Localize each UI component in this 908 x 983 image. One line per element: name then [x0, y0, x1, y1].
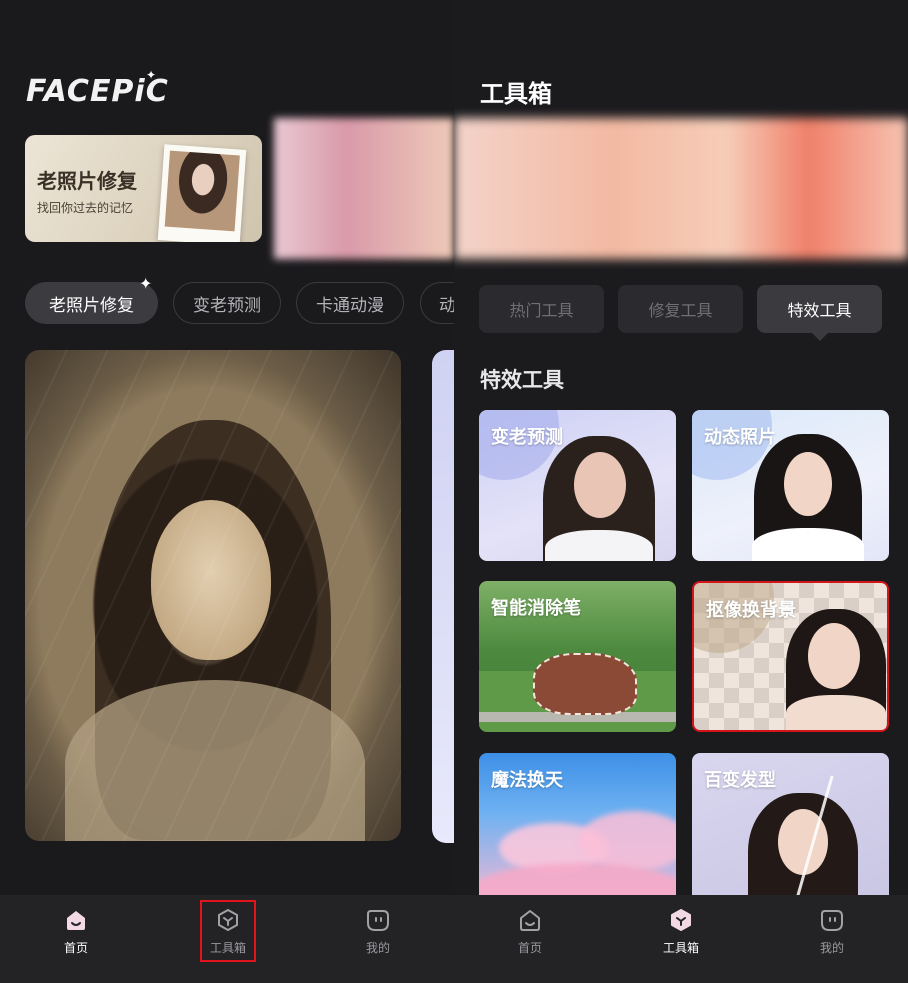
home-icon — [67, 911, 85, 930]
tab-effect-tools[interactable]: 特效工具 — [757, 285, 882, 333]
home-icon — [520, 910, 540, 931]
tab-hot-tools[interactable]: 热门工具 — [479, 285, 604, 333]
banner-subtitle: 找回你过去的记忆 — [37, 201, 134, 215]
toolbox-icon — [671, 909, 691, 931]
nav-toolbox-label: 工具箱 — [662, 941, 699, 955]
bottom-nav: 首页 工具箱 我的 — [454, 895, 908, 983]
profile-icon — [821, 910, 843, 931]
tool-name: 智能消除笔 — [491, 598, 581, 619]
sparkle-icon: ✦ — [139, 274, 153, 293]
tool-name: 百变发型 — [704, 770, 776, 791]
nav-toolbox[interactable]: 工具箱 — [631, 895, 731, 983]
tool-card-magic-sky[interactable]: 魔法换天 — [479, 753, 676, 904]
page-title: 工具箱 — [480, 80, 552, 108]
nav-profile-label: 我的 — [819, 941, 844, 955]
next-card-peek[interactable] — [432, 350, 454, 843]
nav-home[interactable]: 首页 — [480, 895, 580, 983]
dynamic-face — [784, 452, 832, 516]
chip-cartoon[interactable]: 卡通动漫 — [296, 282, 404, 324]
erase-selection — [533, 653, 637, 715]
old-photo-banner[interactable]: 老照片修复 找回你过去的记忆 — [25, 135, 262, 242]
chip-dynamic[interactable]: 动 — [420, 282, 454, 324]
chip-aging[interactable]: 变老预测 — [173, 282, 281, 324]
home-screen: FACEPiC ✦ 老照片修复 找回你过去的记忆 老照片修复 ✦ 变老预测 卡通… — [0, 0, 454, 983]
nav-profile-label: 我的 — [365, 941, 390, 955]
tool-card-aging[interactable]: 变老预测 — [479, 410, 676, 561]
tool-name: 变老预测 — [491, 427, 563, 448]
highlight-box — [200, 900, 256, 962]
nav-home-label: 首页 — [517, 941, 542, 955]
tool-card-smart-eraser[interactable]: 智能消除笔 — [479, 581, 676, 732]
tool-card-dynamic-photo[interactable]: 动态照片 — [692, 410, 889, 561]
nav-home-label: 首页 — [63, 941, 88, 955]
section-title: 特效工具 — [480, 368, 564, 392]
banner-title: 老照片修复 — [37, 169, 137, 193]
nav-profile[interactable]: 我的 — [328, 895, 428, 983]
bottom-nav: 首页 工具箱 我的 — [0, 895, 454, 983]
profile-icon — [367, 910, 389, 931]
nav-home[interactable]: 首页 — [26, 895, 126, 983]
blurred-banner-preview[interactable] — [274, 118, 454, 259]
aging-face — [574, 452, 626, 518]
tab-repair-tools[interactable]: 修复工具 — [618, 285, 743, 333]
tool-card-cutout-background[interactable]: 抠像换背景 — [692, 581, 889, 732]
tool-name: 抠像换背景 — [706, 600, 796, 621]
active-tab-caret — [810, 331, 830, 341]
banner-photo — [157, 144, 247, 242]
hero-photo-card[interactable] — [25, 350, 401, 841]
blurred-promo-banner[interactable] — [454, 118, 908, 259]
cutout-face — [808, 623, 860, 689]
nav-profile[interactable]: 我的 — [782, 895, 882, 983]
logo-sparkle-icon: ✦ — [146, 68, 157, 82]
tool-name: 动态照片 — [704, 427, 776, 448]
tool-name: 魔法换天 — [491, 770, 563, 791]
tool-card-hairstyle[interactable]: 百变发型 — [692, 753, 889, 904]
nav-toolbox[interactable]: 工具箱 — [178, 895, 278, 983]
toolbox-screen: 工具箱 热门工具 修复工具 特效工具 特效工具 变老预测 动态照片 智能消除笔 … — [454, 0, 908, 983]
